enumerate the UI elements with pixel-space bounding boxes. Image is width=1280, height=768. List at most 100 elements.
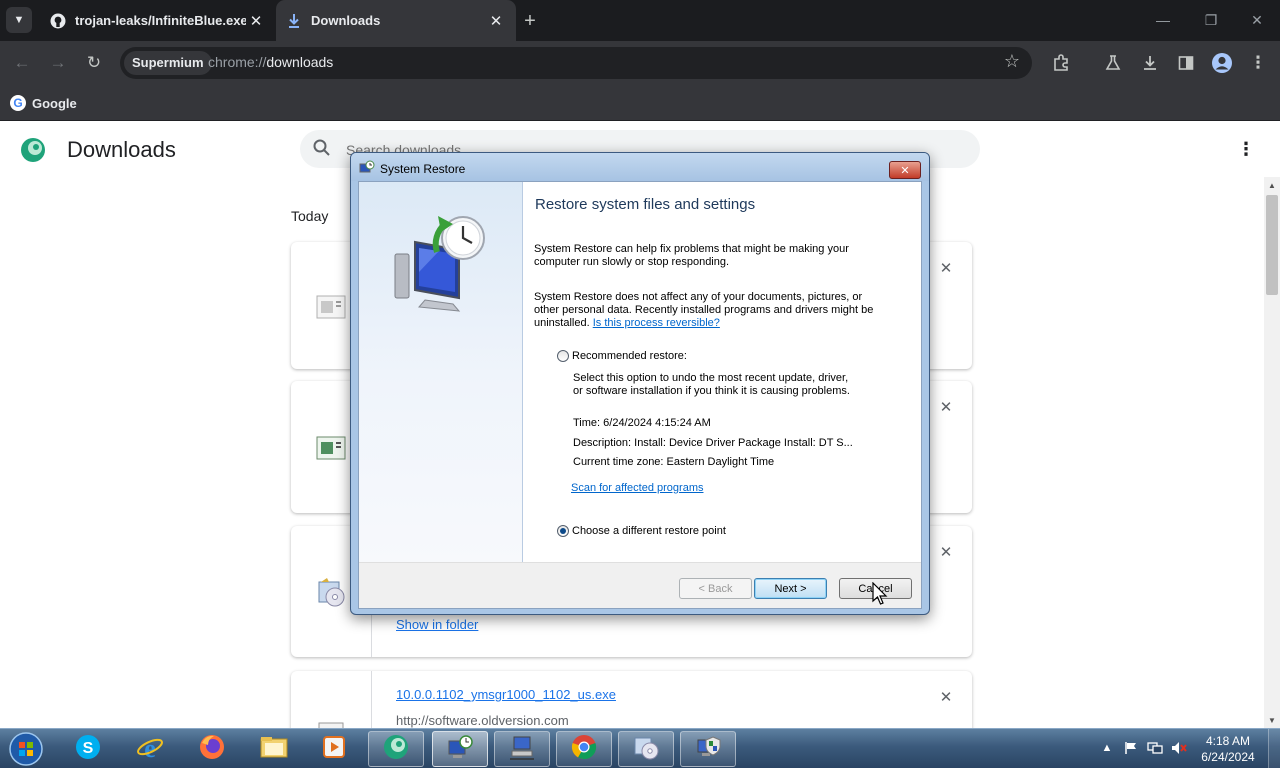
restore-time: Time: 6/24/2024 4:15:24 AM: [573, 417, 711, 429]
supermium-icon: [382, 733, 410, 766]
download-filename-link[interactable]: 10.0.0.1102_ymsgr1000_1102_us.exe: [396, 687, 616, 702]
taskbar-firefox[interactable]: [184, 731, 240, 767]
page-menu-icon[interactable]: ⋮: [1236, 139, 1256, 159]
remove-item-icon[interactable]: ✕: [936, 258, 956, 278]
choose-different-restore-label[interactable]: Choose a different restore point: [572, 525, 726, 537]
download-source-url[interactable]: http://software.oldversion.com: [396, 713, 569, 728]
restore-timezone: Current time zone: Eastern Daylight Time: [573, 456, 775, 468]
supermium-logo-icon: [20, 137, 46, 163]
info-line: uninstalled. Is this process reversible?: [534, 317, 720, 330]
dialog-heading: Restore system files and settings: [535, 196, 756, 213]
action-center-flag-icon[interactable]: [1122, 739, 1140, 757]
recommended-desc-line: or software installation if you think it…: [573, 385, 850, 397]
restore-disc-icon: [315, 576, 347, 607]
browser-chip[interactable]: Supermium: [124, 51, 212, 75]
remove-item-icon[interactable]: ✕: [936, 397, 956, 417]
intro-line: computer run slowly or stop responding.: [534, 256, 730, 268]
tab-title: Downloads: [311, 13, 381, 28]
chevron-down-icon: ▼: [13, 14, 25, 26]
browser-toolbar: ← → ↻ Supermium chrome://downloads ☆ ⋮: [0, 41, 1280, 85]
back-icon[interactable]: ←: [9, 50, 35, 76]
svg-text:e: e: [144, 734, 156, 761]
remove-item-icon[interactable]: ✕: [936, 687, 956, 707]
svg-text:S: S: [83, 740, 94, 757]
github-icon: [50, 13, 66, 29]
tab-downloads[interactable]: Downloads ✕: [276, 0, 516, 41]
dialog-titlebar[interactable]: System Restore ✕: [351, 153, 929, 181]
skype-icon: S: [74, 733, 102, 766]
address-bar[interactable]: Supermium chrome://downloads ☆: [120, 47, 1032, 79]
show-hidden-icons-icon[interactable]: ▲: [1098, 739, 1116, 757]
bookmarks-bar: G Google: [0, 85, 1280, 121]
minimize-icon[interactable]: —: [1150, 8, 1176, 32]
mouse-cursor-icon: [872, 581, 888, 608]
new-tab-button[interactable]: +: [518, 9, 542, 33]
exe-icon: [315, 721, 347, 728]
taskbar-restore-disc[interactable]: [618, 731, 674, 767]
remove-item-icon[interactable]: ✕: [936, 542, 956, 562]
profile-avatar-icon[interactable]: [1209, 50, 1235, 76]
file-explorer-icon: [259, 733, 289, 766]
scroll-up-icon[interactable]: ▲: [1264, 177, 1280, 193]
reload-icon[interactable]: ↻: [81, 50, 107, 76]
taskbar-network-computer[interactable]: [494, 731, 550, 767]
recommended-restore-radio[interactable]: [557, 350, 569, 362]
start-button[interactable]: [6, 731, 46, 767]
labs-flask-icon[interactable]: [1100, 50, 1126, 76]
system-clock[interactable]: 4:18 AM 6/24/2024: [1196, 733, 1260, 765]
forward-icon[interactable]: →: [45, 50, 71, 76]
close-window-icon[interactable]: ✕: [1244, 8, 1270, 32]
restore-window-icon[interactable]: ❐: [1198, 8, 1224, 32]
google-icon: G: [10, 95, 26, 111]
bookmark-google[interactable]: G Google: [10, 92, 77, 114]
system-restore-dialog: System Restore ✕ Restore system files an…: [350, 152, 930, 615]
downloads-icon[interactable]: [1137, 50, 1163, 76]
system-restore-illustration-icon: [389, 212, 494, 317]
tab-title: trojan-leaks/InfiniteBlue.exe at: [75, 13, 246, 28]
taskbar-computer-shield[interactable]: [680, 731, 736, 767]
dialog-body: Restore system files and settings System…: [358, 181, 922, 609]
scan-affected-programs-link[interactable]: Scan for affected programs: [571, 482, 703, 495]
close-tab-icon[interactable]: ✕: [486, 11, 506, 31]
taskbar-supermium[interactable]: [368, 731, 424, 767]
scroll-down-icon[interactable]: ▼: [1264, 712, 1280, 728]
tab-search-button[interactable]: ▼: [6, 7, 32, 33]
back-button[interactable]: < Back: [679, 578, 752, 599]
recommended-restore-label[interactable]: Recommended restore:: [572, 350, 687, 362]
chrome-icon: [570, 733, 598, 766]
system-restore-icon: [446, 733, 474, 766]
show-in-folder-link[interactable]: Show in folder: [396, 617, 478, 632]
internet-explorer-icon: e: [136, 733, 164, 766]
taskbar-skype[interactable]: S: [60, 731, 116, 767]
dialog-title: System Restore: [380, 162, 466, 176]
search-icon: [312, 138, 332, 158]
document-icon: [315, 433, 347, 463]
choose-different-restore-radio[interactable]: [557, 525, 569, 537]
download-item: 10.0.0.1102_ymsgr1000_1102_us.exe http:/…: [291, 671, 972, 728]
reversible-link[interactable]: Is this process reversible?: [593, 317, 720, 329]
url-scheme: chrome://: [208, 54, 267, 70]
volume-muted-icon[interactable]: [1170, 739, 1188, 757]
close-tab-icon[interactable]: ✕: [246, 11, 266, 31]
taskbar-system-restore[interactable]: [432, 731, 488, 767]
taskbar-chrome[interactable]: [556, 731, 612, 767]
taskbar-internet-explorer[interactable]: e: [122, 731, 178, 767]
url-text: chrome://downloads: [208, 54, 333, 70]
next-button[interactable]: Next >: [754, 578, 827, 599]
info-line-end: uninstalled.: [534, 317, 590, 329]
restore-description: Description: Install: Device Driver Pack…: [573, 437, 853, 449]
dialog-close-button[interactable]: ✕: [889, 161, 921, 179]
date-section-label: Today: [291, 208, 329, 224]
taskbar-media-player[interactable]: [306, 731, 362, 767]
firefox-icon: [198, 733, 226, 766]
network-computer-icon: [508, 733, 536, 766]
show-desktop-button[interactable]: [1268, 729, 1280, 768]
tab-github[interactable]: trojan-leaks/InfiniteBlue.exe at ✕: [40, 0, 276, 41]
taskbar-file-explorer[interactable]: [246, 731, 302, 767]
scrollbar-thumb[interactable]: [1266, 195, 1278, 295]
bookmark-star-icon[interactable]: ☆: [1004, 51, 1020, 72]
extensions-icon[interactable]: [1048, 50, 1074, 76]
browser-menu-icon[interactable]: ⋮: [1245, 50, 1271, 76]
network-icon[interactable]: [1146, 739, 1164, 757]
side-panel-icon[interactable]: [1173, 50, 1199, 76]
